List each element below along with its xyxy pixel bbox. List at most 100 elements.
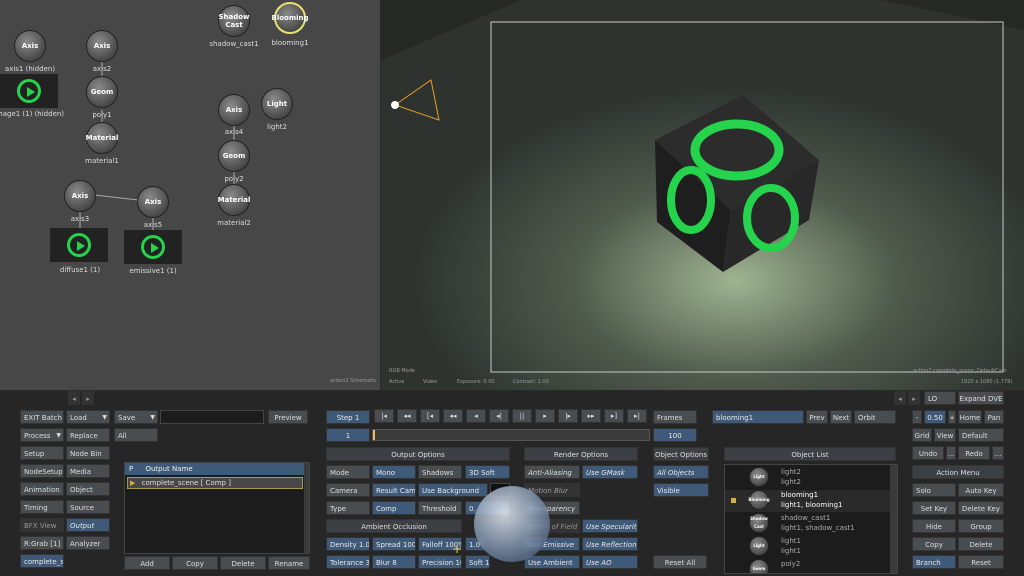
use-gmask-button[interactable]: Use GMask [582,465,638,479]
lo-button[interactable]: LO [924,391,956,405]
shuttle-forward-icon[interactable]: ▸▸ [581,409,601,423]
all-objects-button[interactable]: All Objects [653,465,709,479]
delete-button[interactable]: Delete [220,556,266,570]
redo-button[interactable]: Redo [958,446,990,460]
object-list-row-selected[interactable]: Blooming blooming1 light1, blooming1 [725,490,897,512]
undo-button[interactable]: Undo [912,446,944,460]
zoom-plus-button[interactable]: + [948,410,956,424]
use-reflection-button[interactable]: Use Reflection [582,537,638,551]
grid-button[interactable]: Grid [912,428,932,442]
go-end-icon[interactable]: ▸| [627,409,647,423]
timeline-bar[interactable] [372,429,650,441]
object-button[interactable]: Object [66,482,110,496]
object-list-row[interactable]: Geom poly2 [725,559,897,573]
image1-thumbnail[interactable] [0,74,58,108]
3d-soft-button[interactable]: 3D Soft [465,465,510,479]
node-material2[interactable]: Material [218,184,250,216]
node-axis5[interactable]: Axis [137,186,169,218]
zoom-minus-button[interactable]: - [912,410,922,424]
replace-button[interactable]: Replace [66,428,110,442]
frames-button[interactable]: Frames [653,410,697,424]
nodesetup-button[interactable]: NodeSetup [20,464,64,478]
tolerance-field[interactable]: Tolerance 30 [326,555,370,569]
reset-all-button[interactable]: Reset All [653,555,707,569]
node-blooming[interactable]: Blooming [271,2,309,34]
step-forward-icon[interactable]: |▸ [558,409,578,423]
spread-field[interactable]: Spread 100 [372,537,416,551]
node-axis3[interactable]: Axis [64,180,96,212]
more-icon[interactable]: ... [992,446,1004,460]
solo-button[interactable]: Solo [912,483,956,497]
default-button[interactable]: Default [958,428,1004,442]
orbit-button[interactable]: Orbit [854,410,896,424]
object-list-row[interactable]: Light light2 light2 [725,467,897,489]
animation-button[interactable]: Animation [20,482,64,496]
save-dropdown[interactable]: Save [114,410,158,424]
object-list-row[interactable]: Shadow Cast shadow_cast1 light1, shadow_… [725,513,897,535]
hide-button[interactable]: Hide [912,519,956,533]
group-button[interactable]: Group [958,519,1004,533]
branch-button[interactable]: Branch [912,555,956,569]
object-list[interactable]: Light light2 light2 Blooming blooming1 l… [724,464,898,574]
node-axis1[interactable]: Axis [14,30,46,62]
clip-field[interactable]: complete_sc [20,554,64,568]
mode-mono-button[interactable]: Mono [372,465,416,479]
prev-button[interactable]: Prev [806,410,828,424]
auto-key-button[interactable]: Auto Key [958,483,1004,497]
use-ambient-button[interactable]: Use Ambient [524,555,580,569]
shadows-button[interactable]: Shadows [418,465,462,479]
next-button[interactable]: Next [830,410,852,424]
blur-field[interactable]: Blur 8 [372,555,416,569]
step-back-icon[interactable]: ◂| [489,409,509,423]
visible-button[interactable]: Visible [653,483,709,497]
precision-field[interactable]: Precision 10 [418,555,462,569]
nav-left-icon[interactable]: ◂ [894,391,906,405]
output-button[interactable]: Output [66,518,110,532]
nav-left-icon[interactable]: ◂ [68,391,80,405]
nav-right-icon[interactable]: ▸ [82,391,94,405]
name-field[interactable] [160,410,264,424]
object-list-scrollbar[interactable] [890,465,897,573]
current-frame-field[interactable]: 1 [326,428,370,442]
all-button[interactable]: All [114,428,158,442]
schematic-view[interactable]: Axis axis1 (hidden) Axis axis2 Geom poly… [0,0,380,390]
source-button[interactable]: Source [66,500,110,514]
copy-button[interactable]: Copy [172,556,218,570]
analyzer-button[interactable]: Analyzer [66,536,110,550]
output-list-item[interactable]: ▶ complete_scene [ Comp ] [127,477,303,489]
node-light2[interactable]: Light [261,88,293,120]
zoom-field[interactable]: 0.50 [924,410,946,424]
shuttle-back-icon[interactable]: ◂◂ [443,409,463,423]
object-list-row[interactable]: Light light1 light1 [725,536,897,558]
process-dropdown[interactable]: Process [20,428,64,442]
pan-button[interactable]: Pan [984,410,1004,424]
type-comp-button[interactable]: Comp [372,501,416,515]
next-keyframe-icon[interactable]: ▸] [604,409,624,423]
more-icon[interactable]: ... [946,446,956,460]
emissive1-thumbnail[interactable] [124,230,182,264]
bfx-view-button[interactable]: BFX View [20,518,64,532]
use-ao-button[interactable]: Use AO [582,555,638,569]
use-specularity-button[interactable]: Use Specularity [582,519,638,533]
set-key-button[interactable]: Set Key [912,501,956,515]
node-material1[interactable]: Material [86,122,118,154]
add-button[interactable]: Add [124,556,170,570]
rename-button[interactable]: Rename [268,556,310,570]
timing-button[interactable]: Timing [20,500,64,514]
prev-key-icon[interactable]: ◂◂ [397,409,417,423]
soft-field[interactable]: Soft 1 [465,555,490,569]
preview-button[interactable]: Preview [268,410,308,424]
object-name-field[interactable]: blooming1 [712,410,804,424]
rgrab-button[interactable]: R:Grab [1] [20,536,64,550]
timeline-cursor[interactable] [373,430,375,440]
delete-object-button[interactable]: Delete [958,537,1004,551]
end-frame-field[interactable]: 100 [653,428,697,442]
diffuse1-thumbnail[interactable] [50,228,108,262]
anti-aliasing-button[interactable]: Anti-Aliasing [524,465,580,479]
media-button[interactable]: Media [66,464,110,478]
output-list[interactable]: P Output Name ▶ complete_scene [ Comp ] [124,462,310,554]
play-icon[interactable]: ▸ [535,409,555,423]
load-dropdown[interactable]: Load [66,410,110,424]
node-axis2[interactable]: Axis [86,30,118,62]
delete-key-button[interactable]: Delete Key [958,501,1004,515]
